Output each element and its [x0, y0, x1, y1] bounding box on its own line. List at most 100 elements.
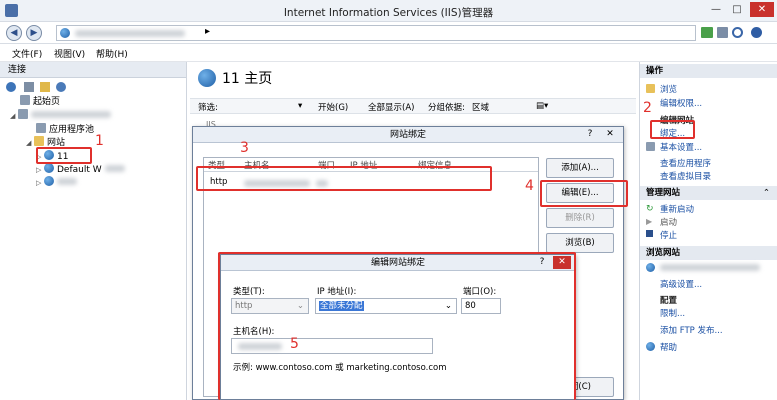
- tree-app-pools[interactable]: 应用程序池: [36, 123, 94, 136]
- filter-input[interactable]: [222, 98, 302, 114]
- filter-label: 筛选:: [198, 103, 218, 113]
- window-title: Internet Information Services (IIS)管理器: [283, 7, 494, 19]
- show-all-button[interactable]: 全部显示(A): [368, 101, 414, 113]
- dialog-close-button[interactable]: ✕: [601, 128, 619, 141]
- globe-icon: [198, 69, 216, 87]
- app-pool-icon: [36, 123, 46, 133]
- add-connection-icon[interactable]: [40, 82, 50, 92]
- maximize-button[interactable]: □: [727, 2, 747, 17]
- save-icon[interactable]: [24, 82, 34, 92]
- tree-site-3[interactable]: ▷: [36, 176, 77, 189]
- forward-button[interactable]: ▶: [26, 25, 42, 41]
- help-button[interactable]: ?: [581, 128, 599, 141]
- delete-connection-icon[interactable]: [56, 82, 66, 92]
- globe-icon: [44, 163, 54, 173]
- action-stop[interactable]: 停止: [660, 229, 677, 241]
- help-icon: [646, 342, 655, 351]
- browse-binding-button[interactable]: 浏览(B): [546, 233, 614, 253]
- tree-label-start: 起始页: [33, 97, 61, 107]
- action-view-virtual-dirs[interactable]: 查看虚拟目录: [660, 170, 711, 182]
- annotation-box-binding-row: [196, 166, 492, 191]
- action-advanced-settings[interactable]: 高级设置...: [660, 278, 702, 290]
- connections-toolbar: [6, 81, 96, 93]
- annotation-number-1: 1: [95, 133, 104, 149]
- config-section: 配置: [660, 296, 678, 306]
- toolbar-icons[interactable]: [701, 27, 771, 39]
- site-bindings-title-bar: 网站绑定 ? ✕: [193, 127, 623, 143]
- action-limits[interactable]: 限制...: [660, 307, 685, 319]
- menu-view[interactable]: 视图(V): [54, 47, 85, 60]
- action-restart[interactable]: 重新启动: [660, 203, 694, 215]
- stop-icon[interactable]: [717, 27, 728, 38]
- action-basic-settings[interactable]: 基本设置...: [660, 141, 702, 153]
- redacted-link[interactable]: [660, 264, 760, 271]
- globe-icon: [646, 263, 655, 272]
- action-start[interactable]: 启动: [660, 216, 677, 228]
- annotation-number-2: 2: [643, 100, 652, 116]
- annotation-number-5: 5: [290, 336, 299, 352]
- globe-icon: [60, 28, 70, 38]
- connections-panel: 连接 起始页 ◢ 应用程序池 ◢ 网站 ▷ 11 ▷ Default W ▷: [0, 62, 187, 400]
- tree-label-default: Default W: [57, 165, 102, 175]
- address-bar: ◀ ▶ ▸: [0, 22, 777, 44]
- redacted-text: [57, 178, 77, 185]
- home-icon: [20, 95, 30, 105]
- close-button[interactable]: ✕: [750, 2, 774, 17]
- action-view-applications[interactable]: 查看应用程序: [660, 157, 711, 169]
- connections-header: 连接: [0, 62, 186, 78]
- page-title: 11 主页: [222, 71, 273, 87]
- connect-icon[interactable]: [6, 82, 16, 92]
- menu-file[interactable]: 文件(F): [12, 47, 42, 60]
- folder-icon: [34, 136, 44, 146]
- menu-help[interactable]: 帮助(H): [96, 47, 128, 60]
- server-icon: [18, 109, 28, 119]
- help-icon[interactable]: [751, 27, 762, 38]
- settings-icon: [646, 142, 655, 151]
- annotation-box-edit-dialog: [218, 252, 576, 400]
- refresh-icon[interactable]: [732, 27, 743, 38]
- tree-default-site[interactable]: ▷ Default W: [36, 163, 125, 176]
- add-binding-button[interactable]: 添加(A)...: [546, 158, 614, 178]
- site-bindings-title: 网站绑定: [389, 130, 426, 140]
- browse-icon: [646, 84, 655, 93]
- expand-arrow-icon[interactable]: ▷: [36, 177, 44, 190]
- browse-site-header: 浏览网站: [640, 246, 777, 260]
- network-icon[interactable]: [701, 27, 713, 38]
- remove-binding-button[interactable]: 删除(R): [546, 208, 614, 228]
- window-title-bar: Internet Information Services (IIS)管理器 —…: [0, 0, 777, 22]
- action-add-ftp[interactable]: 添加 FTP 发布...: [660, 324, 723, 336]
- collapse-icon[interactable]: ⌃: [763, 186, 770, 200]
- actions-panel: 操作 浏览 编辑权限... 编辑网站 绑定... 基本设置... 查看应用程序 …: [639, 62, 777, 400]
- annotation-number-3: 3: [240, 140, 249, 156]
- action-edit-permissions[interactable]: 编辑权限...: [660, 97, 702, 109]
- start-filter-button[interactable]: 开始(G): [318, 101, 348, 113]
- annotation-box-edit-button: [540, 180, 628, 207]
- action-browse[interactable]: 浏览: [660, 83, 677, 95]
- tree-server[interactable]: ◢: [10, 109, 111, 122]
- group-by-label: 分组依据:: [428, 103, 465, 113]
- breadcrumb-arrow-icon[interactable]: ▸: [205, 26, 210, 37]
- tree-label-app-pools: 应用程序池: [49, 125, 95, 135]
- redacted-text: [104, 165, 125, 172]
- back-button[interactable]: ◀: [6, 25, 22, 41]
- redacted-text: [75, 30, 185, 37]
- view-toggle-icon[interactable]: ▤▾: [536, 101, 548, 111]
- redacted-server-name: [31, 111, 111, 118]
- group-by-value[interactable]: 区域: [472, 101, 489, 113]
- address-field[interactable]: ▸: [56, 25, 696, 41]
- annotation-number-4: 4: [525, 178, 534, 194]
- collapse-arrow-icon[interactable]: ◢: [10, 110, 18, 123]
- tree-start-page[interactable]: 起始页: [20, 95, 60, 108]
- page-header: 11 主页: [190, 62, 636, 92]
- annotation-box-site11: [36, 147, 92, 164]
- annotation-box-bindings: [650, 120, 695, 139]
- collapse-arrow-icon[interactable]: ◢: [26, 137, 34, 150]
- start-icon: ▶: [646, 217, 653, 226]
- action-help[interactable]: 帮助: [660, 341, 677, 353]
- manage-site-title: 管理网站: [646, 188, 681, 198]
- filter-dropdown-icon[interactable]: ▾: [298, 101, 302, 111]
- filter-bar: 筛选: ▾ 开始(G) 全部显示(A) 分组依据: 区域 ▤▾: [190, 98, 636, 114]
- actions-header: 操作: [640, 64, 777, 78]
- browse-site-title: 浏览网站: [646, 248, 681, 258]
- minimize-button[interactable]: —: [706, 2, 726, 17]
